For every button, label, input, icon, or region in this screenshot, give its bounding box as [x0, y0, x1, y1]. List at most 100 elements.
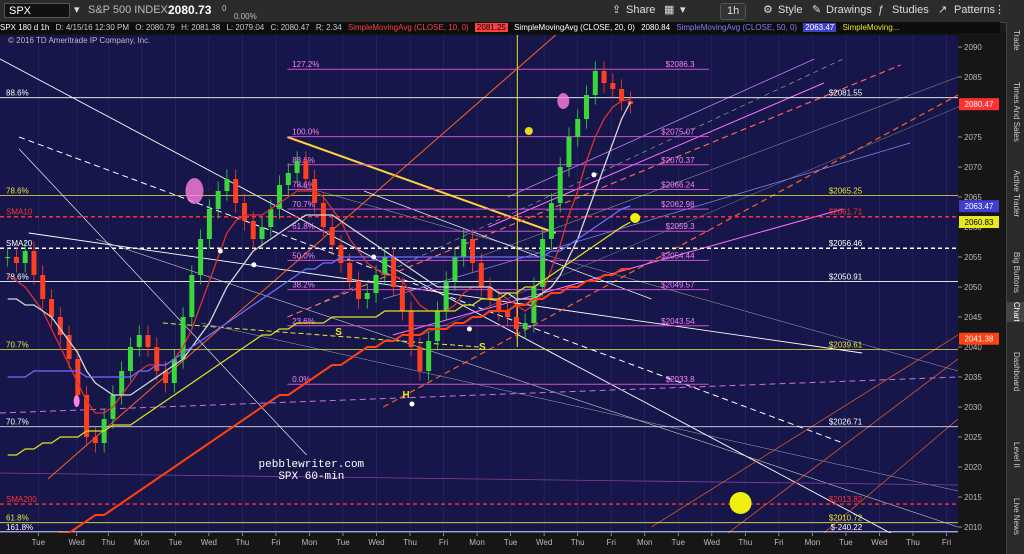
- marker-dot: [466, 326, 472, 332]
- fib-value-label: $2049.57: [661, 281, 695, 290]
- fib-percent-label: 50.0%: [292, 251, 315, 260]
- level-right-label: $2026.71: [829, 418, 863, 427]
- patterns-button[interactable]: Patterns: [954, 2, 995, 19]
- symbol-description: S&P 500 INDEX: [88, 4, 168, 16]
- style-button[interactable]: Style: [778, 2, 802, 19]
- x-tick-label: Wed: [536, 538, 552, 547]
- header-open: O: 2080.79: [135, 23, 175, 32]
- candle-body: [198, 239, 204, 275]
- candle-body: [364, 293, 370, 299]
- pencil-icon[interactable]: ✎: [812, 2, 821, 19]
- level-left-label: SMA10: [6, 208, 33, 217]
- candle-body: [566, 137, 572, 167]
- level-right-label: $2010.72: [829, 514, 863, 523]
- side-tab-dashboard[interactable]: Dashboard: [1007, 352, 1024, 391]
- marker-dot: [217, 248, 223, 254]
- candle-body: [241, 203, 247, 221]
- patterns-icon[interactable]: ↗: [938, 2, 947, 19]
- candle-body: [399, 287, 405, 311]
- side-tab-chart[interactable]: Chart: [1007, 302, 1024, 322]
- side-tab-live-news[interactable]: Live News: [1007, 498, 1024, 535]
- level-right-label: $2013.82: [829, 495, 863, 504]
- y-tick-label: 2070: [964, 163, 982, 172]
- studies-icon[interactable]: ƒ: [878, 2, 884, 19]
- studies-button[interactable]: Studies: [892, 2, 929, 19]
- side-tab-big-buttons[interactable]: Big Buttons: [1007, 252, 1024, 293]
- x-tick-label: Fri: [271, 538, 281, 547]
- fib-value-label: $2066.24: [661, 181, 695, 190]
- fib-percent-label: 38.2%: [292, 281, 315, 290]
- level-right-label: $2056.46: [829, 239, 863, 248]
- watermark-line-2: SPX 60-min: [278, 471, 344, 483]
- share-icon[interactable]: ⇪: [612, 2, 621, 19]
- target-circle: [729, 492, 752, 514]
- fib-percent-label: 78.6%: [292, 181, 315, 190]
- candle-body: [285, 173, 291, 185]
- y-tick-label: 2030: [964, 403, 982, 412]
- price-tag-label: 2080.47: [965, 100, 994, 109]
- y-tick-label: 2075: [964, 133, 982, 142]
- x-tick-label: Tue: [839, 538, 853, 547]
- y-tick-label: 2050: [964, 283, 982, 292]
- candle-body: [136, 335, 142, 347]
- grid-icon[interactable]: ▦: [664, 2, 674, 19]
- candle-body: [294, 161, 300, 173]
- pattern-label: S: [335, 327, 342, 338]
- header-sma10: SimpleMovingAvg (CLOSE, 10, 0): [347, 23, 469, 32]
- fib-value-label: $2075.07: [661, 128, 695, 137]
- side-tab-active-trader[interactable]: Active Trader: [1007, 170, 1024, 217]
- drawings-button[interactable]: Drawings: [826, 2, 872, 19]
- level-right-label: $2081.55: [829, 89, 863, 98]
- price-tag-label: 2063.47: [965, 202, 994, 211]
- toolbar: SPX ▾ S&P 500 INDEX 2080.73 0 0.00% ⇪ Sh…: [0, 0, 1024, 23]
- marker-dot: [409, 401, 415, 407]
- level-left-label: 88.6%: [6, 89, 29, 98]
- level-right-label: $2065.25: [829, 187, 863, 196]
- x-tick-label: Wed: [201, 538, 217, 547]
- x-tick-label: Mon: [302, 538, 318, 547]
- target-circle: [524, 127, 533, 135]
- y-tick-label: 2015: [964, 493, 982, 502]
- candle-body: [303, 161, 309, 179]
- candle-body: [233, 179, 239, 203]
- target-circle: [630, 213, 641, 223]
- chevron-down-icon[interactable]: ▾: [680, 2, 686, 19]
- fib-value-label: $2059.3: [666, 222, 695, 231]
- fib-percent-label: 70.7%: [292, 200, 315, 209]
- header-sma10-value: 2081.25: [474, 23, 508, 32]
- side-tab-level-ii[interactable]: Level II: [1007, 442, 1024, 468]
- candle-body: [49, 299, 55, 317]
- interval-selector[interactable]: 1h: [720, 3, 747, 20]
- share-button[interactable]: Share: [626, 2, 655, 19]
- candle-body: [206, 209, 212, 239]
- marker-dot: [591, 172, 597, 178]
- candle-body: [513, 317, 519, 329]
- pattern-label: H: [402, 390, 409, 401]
- candle-body: [601, 71, 607, 83]
- highlight-ellipse: [557, 93, 570, 109]
- gear-icon[interactable]: ⚙: [763, 2, 773, 19]
- side-tab-times-and-sales[interactable]: Times And Sales: [1007, 82, 1024, 142]
- candle-body: [610, 83, 616, 89]
- more-icon[interactable]: ⋮: [994, 2, 1005, 19]
- y-tick-label: 2020: [964, 463, 982, 472]
- symbol-input[interactable]: SPX: [4, 3, 70, 18]
- candle-body: [92, 437, 98, 443]
- header-sma50-value: 2063.47: [803, 23, 837, 32]
- menu-icon[interactable]: ▾: [74, 2, 80, 19]
- candle-body: [548, 203, 554, 239]
- x-tick-label: Tue: [504, 538, 518, 547]
- candle-body: [469, 239, 475, 263]
- level-right-label: $2039.61: [829, 340, 863, 349]
- last-price: 2080.73: [168, 3, 212, 17]
- candle-body: [557, 167, 563, 203]
- candle-body: [478, 263, 484, 287]
- candle-body: [75, 359, 81, 395]
- side-tab-trade[interactable]: Trade: [1007, 30, 1024, 51]
- x-tick-label: Wed: [871, 538, 887, 547]
- level-left-label: 70.7%: [6, 418, 29, 427]
- price-chart[interactable]: 88.6% $2081.55 78.6% $2065.25 SMA10 $2061.71 S…: [0, 33, 1006, 554]
- candle-body: [259, 227, 265, 239]
- x-tick-label: Mon: [805, 538, 821, 547]
- header-name: SPX 180 d 1h: [0, 23, 50, 32]
